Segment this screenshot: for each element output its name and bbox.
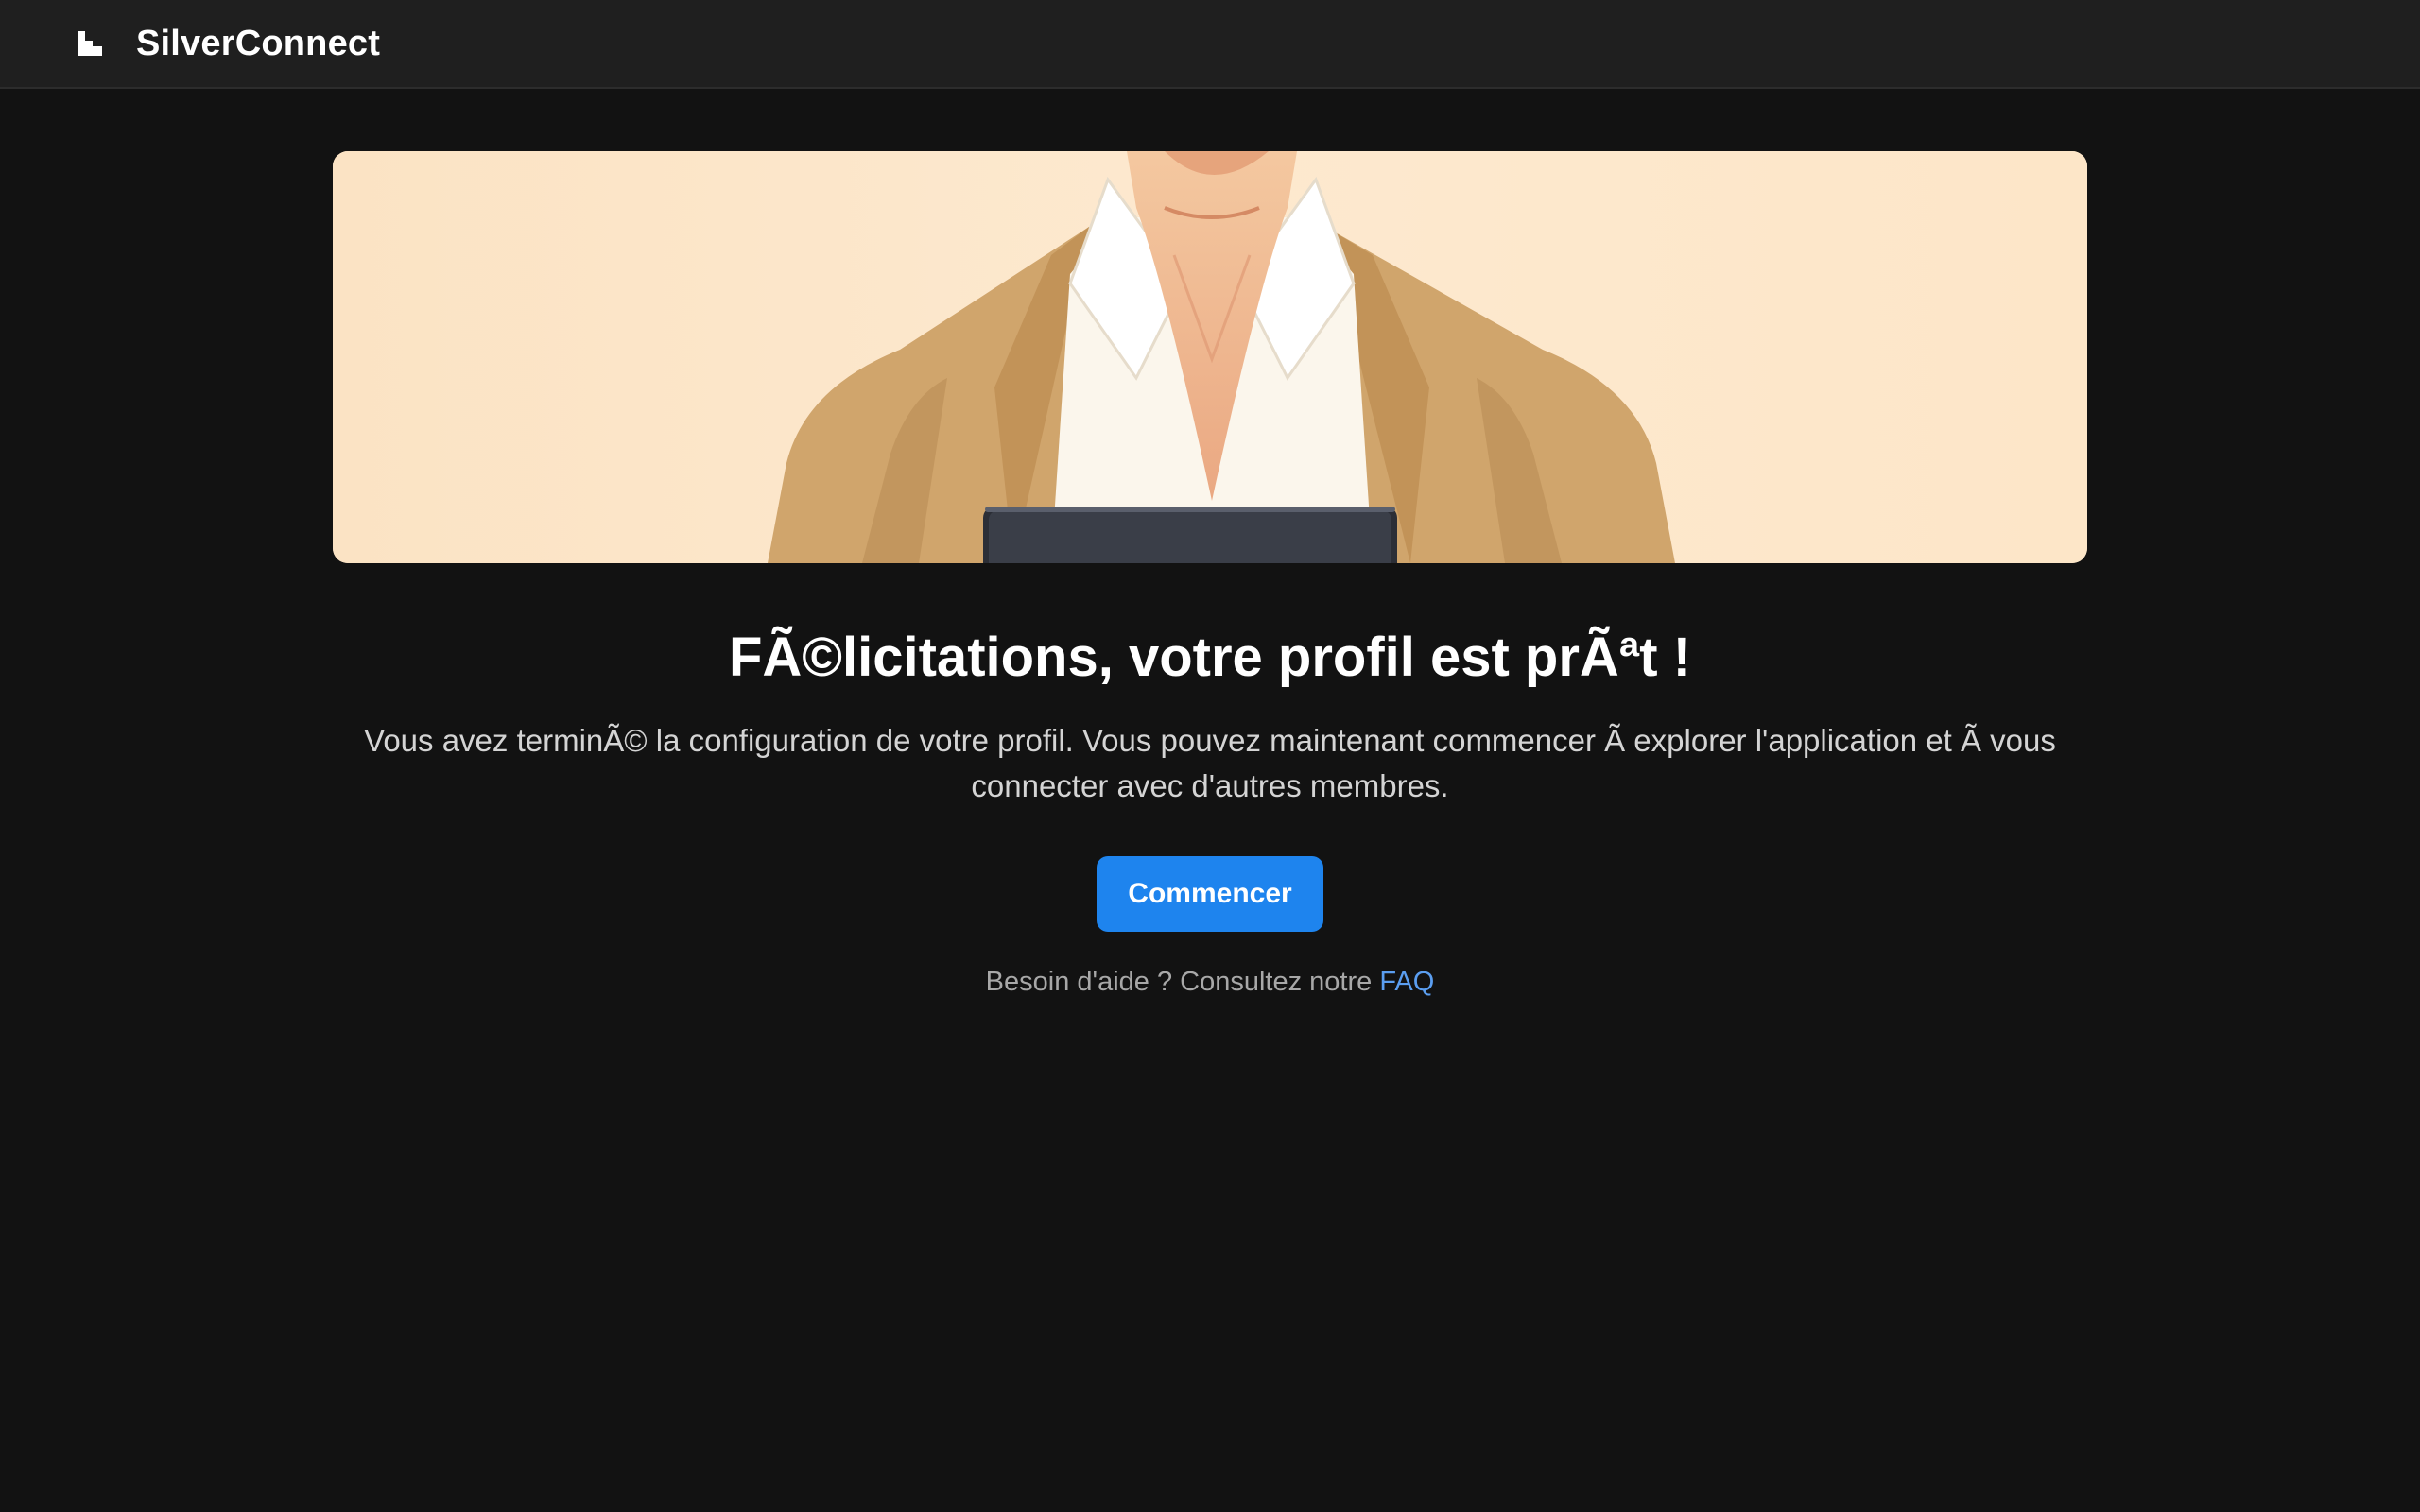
top-bar: SilverConnect [0,0,2420,89]
hero-illustration-art [333,151,2087,563]
description-text: Vous avez terminÃ© la configuration de v… [364,723,2056,803]
silverconnect-logo-icon[interactable] [76,29,104,58]
page-title: FÃ©licitations, votre profil est prÃªt ! [728,627,1692,688]
help-prompt: Besoin d'aide ? Consultez notre [985,967,1380,997]
help-text: Besoin d'aide ? Consultez notre FAQ [0,962,2420,1002]
hero-illustration [333,151,2087,563]
faq-link[interactable]: FAQ [1379,967,1434,997]
app-name[interactable]: SilverConnect [136,21,380,66]
start-button[interactable]: Commencer [1097,856,1323,932]
